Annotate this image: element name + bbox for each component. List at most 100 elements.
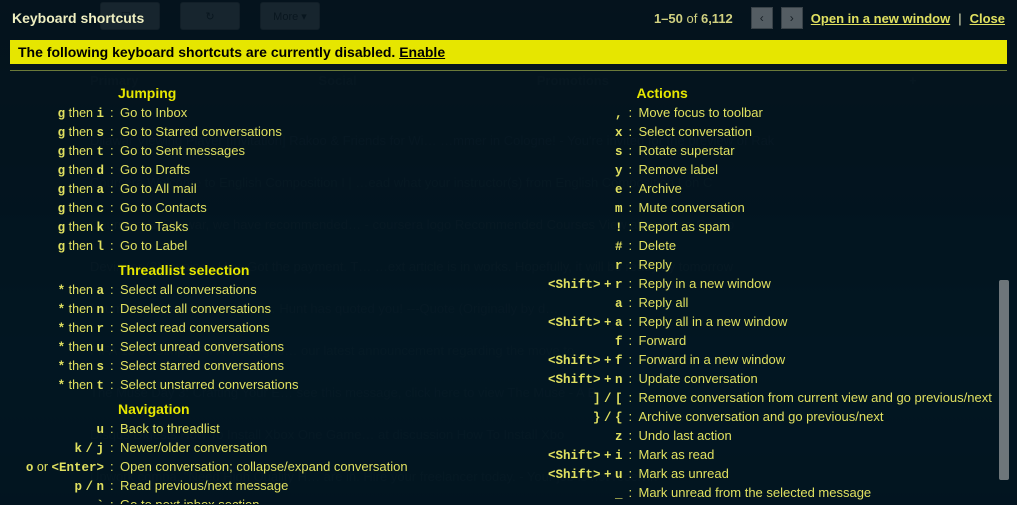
shortcut-desc: Go to Drafts bbox=[120, 161, 190, 180]
shortcut-row: * then n:Deselect all conversations bbox=[10, 300, 489, 319]
colon: : bbox=[629, 332, 639, 351]
shortcut-desc: Reply all bbox=[639, 294, 689, 313]
colon: : bbox=[110, 104, 120, 123]
colon: : bbox=[629, 218, 639, 237]
shortcut-desc: Forward bbox=[639, 332, 687, 351]
shortcut-keys: * then s bbox=[10, 357, 110, 376]
shortcut-row: !:Report as spam bbox=[529, 218, 1008, 237]
colon: : bbox=[629, 427, 639, 446]
shortcut-row: <Shift> + r:Reply in a new window bbox=[529, 275, 1008, 294]
shortcut-keys: k / j bbox=[10, 439, 110, 458]
close-link[interactable]: Close bbox=[970, 11, 1005, 26]
shortcut-keys: * then n bbox=[10, 300, 110, 319]
open-new-window-link[interactable]: Open in a new window bbox=[811, 11, 950, 26]
colon: : bbox=[629, 408, 639, 427]
colon: : bbox=[629, 256, 639, 275]
colon: : bbox=[110, 420, 120, 439]
shortcut-desc: Reply in a new window bbox=[639, 275, 771, 294]
disabled-banner: The following keyboard shortcuts are cur… bbox=[10, 40, 1007, 64]
shortcut-desc: Back to threadlist bbox=[120, 420, 220, 439]
shortcut-row: ] / [:Remove conversation from current v… bbox=[529, 389, 1008, 408]
shortcut-row: g then a:Go to All mail bbox=[10, 180, 489, 199]
shortcut-row: <Shift> + a:Reply all in a new window bbox=[529, 313, 1008, 332]
shortcut-desc: Go to next inbox section bbox=[120, 496, 259, 504]
shortcut-desc: Go to Sent messages bbox=[120, 142, 245, 161]
shortcut-keys: , bbox=[529, 104, 629, 123]
pager-prev-button[interactable]: ‹ bbox=[751, 7, 773, 29]
shortcut-desc: Go to Starred conversations bbox=[120, 123, 282, 142]
shortcut-keys: <Shift> + n bbox=[529, 370, 629, 389]
shortcut-desc: Select conversation bbox=[639, 123, 752, 142]
colon: : bbox=[110, 237, 120, 256]
shortcut-desc: Go to Contacts bbox=[120, 199, 207, 218]
shortcut-keys: o or <Enter> bbox=[10, 458, 110, 477]
shortcut-desc: Undo last action bbox=[639, 427, 732, 446]
shortcut-row: g then k:Go to Tasks bbox=[10, 218, 489, 237]
shortcut-keys: * then u bbox=[10, 338, 110, 357]
overlay-scrollbar[interactable] bbox=[999, 280, 1009, 480]
colon: : bbox=[629, 199, 639, 218]
shortcut-desc: Reply all in a new window bbox=[639, 313, 788, 332]
enable-link[interactable]: Enable bbox=[399, 44, 445, 60]
shortcut-keys: g then d bbox=[10, 161, 110, 180]
colon: : bbox=[629, 389, 639, 408]
shortcut-desc: Deselect all conversations bbox=[120, 300, 271, 319]
shortcut-keys: <Shift> + u bbox=[529, 465, 629, 484]
colon: : bbox=[629, 180, 639, 199]
shortcut-row: g then t:Go to Sent messages bbox=[10, 142, 489, 161]
shortcut-row: ,:Move focus to toolbar bbox=[529, 104, 1008, 123]
shortcut-keys: # bbox=[529, 237, 629, 256]
colon: : bbox=[629, 503, 639, 504]
shortcut-row: o or <Enter>:Open conversation; collapse… bbox=[10, 458, 489, 477]
shortcut-row: g then l:Go to Label bbox=[10, 237, 489, 256]
shortcut-row: * then r:Select read conversations bbox=[10, 319, 489, 338]
shortcut-desc: Delete bbox=[639, 237, 677, 256]
shortcut-keys: u bbox=[10, 420, 110, 439]
shortcut-row: * then a:Select all conversations bbox=[10, 281, 489, 300]
shortcut-desc: Remove conversation from current view an… bbox=[639, 389, 992, 408]
shortcut-keys: g then t bbox=[10, 142, 110, 161]
shortcut-row: s:Rotate superstar bbox=[529, 142, 1008, 161]
shortcut-row: a:Reply all bbox=[529, 294, 1008, 313]
shortcut-keys: z bbox=[529, 427, 629, 446]
overlay-title: Keyboard shortcuts bbox=[12, 10, 144, 26]
shortcut-keys: g then a bbox=[10, 180, 110, 199]
shortcut-desc: Archive conversation and go previous/nex… bbox=[639, 408, 884, 427]
shortcut-row: e:Archive bbox=[529, 180, 1008, 199]
shortcut-row: } / {:Archive conversation and go previo… bbox=[529, 408, 1008, 427]
pager-next-button[interactable]: › bbox=[781, 7, 803, 29]
shortcut-keys: ] / [ bbox=[529, 389, 629, 408]
shortcut-keys: y bbox=[529, 161, 629, 180]
colon: : bbox=[629, 465, 639, 484]
shortcut-keys: <Shift> + i bbox=[529, 446, 629, 465]
colon: : bbox=[110, 458, 120, 477]
colon: : bbox=[110, 161, 120, 180]
shortcut-keys: g then k bbox=[10, 218, 110, 237]
shortcut-keys: g then l bbox=[10, 237, 110, 256]
colon: : bbox=[110, 376, 120, 395]
colon: : bbox=[629, 275, 639, 294]
overlay-header: Keyboard shortcuts 1–50 of 6,112 ‹ › Ope… bbox=[0, 0, 1017, 36]
shortcut-keys: * then a bbox=[10, 281, 110, 300]
colon: : bbox=[110, 142, 120, 161]
shortcut-desc: Reply bbox=[639, 256, 672, 275]
shortcut-row: g then s:Go to Starred conversations bbox=[10, 123, 489, 142]
colon: : bbox=[629, 351, 639, 370]
shortcut-row: <Shift> + f:Forward in a new window bbox=[529, 351, 1008, 370]
shortcut-row: g then d:Go to Drafts bbox=[10, 161, 489, 180]
shortcut-desc: Select unstarred conversations bbox=[120, 376, 298, 395]
shortcut-desc: Remove label bbox=[639, 161, 719, 180]
shortcut-desc: Go to Tasks bbox=[120, 218, 188, 237]
colon: : bbox=[110, 338, 120, 357]
shortcut-desc: Select unread conversations bbox=[120, 338, 284, 357]
shortcut-keys: ! bbox=[529, 218, 629, 237]
shortcut-keys: f bbox=[529, 332, 629, 351]
pager-text: 1–50 of 6,112 bbox=[654, 11, 733, 26]
shortcut-row: <Shift> + u:Mark as unread bbox=[529, 465, 1008, 484]
header-sep: | bbox=[958, 11, 961, 26]
shortcut-desc: Report as spam bbox=[639, 218, 731, 237]
colon: : bbox=[110, 199, 120, 218]
colon: : bbox=[629, 313, 639, 332]
shortcut-keys: e bbox=[529, 180, 629, 199]
shortcut-keys: s bbox=[529, 142, 629, 161]
